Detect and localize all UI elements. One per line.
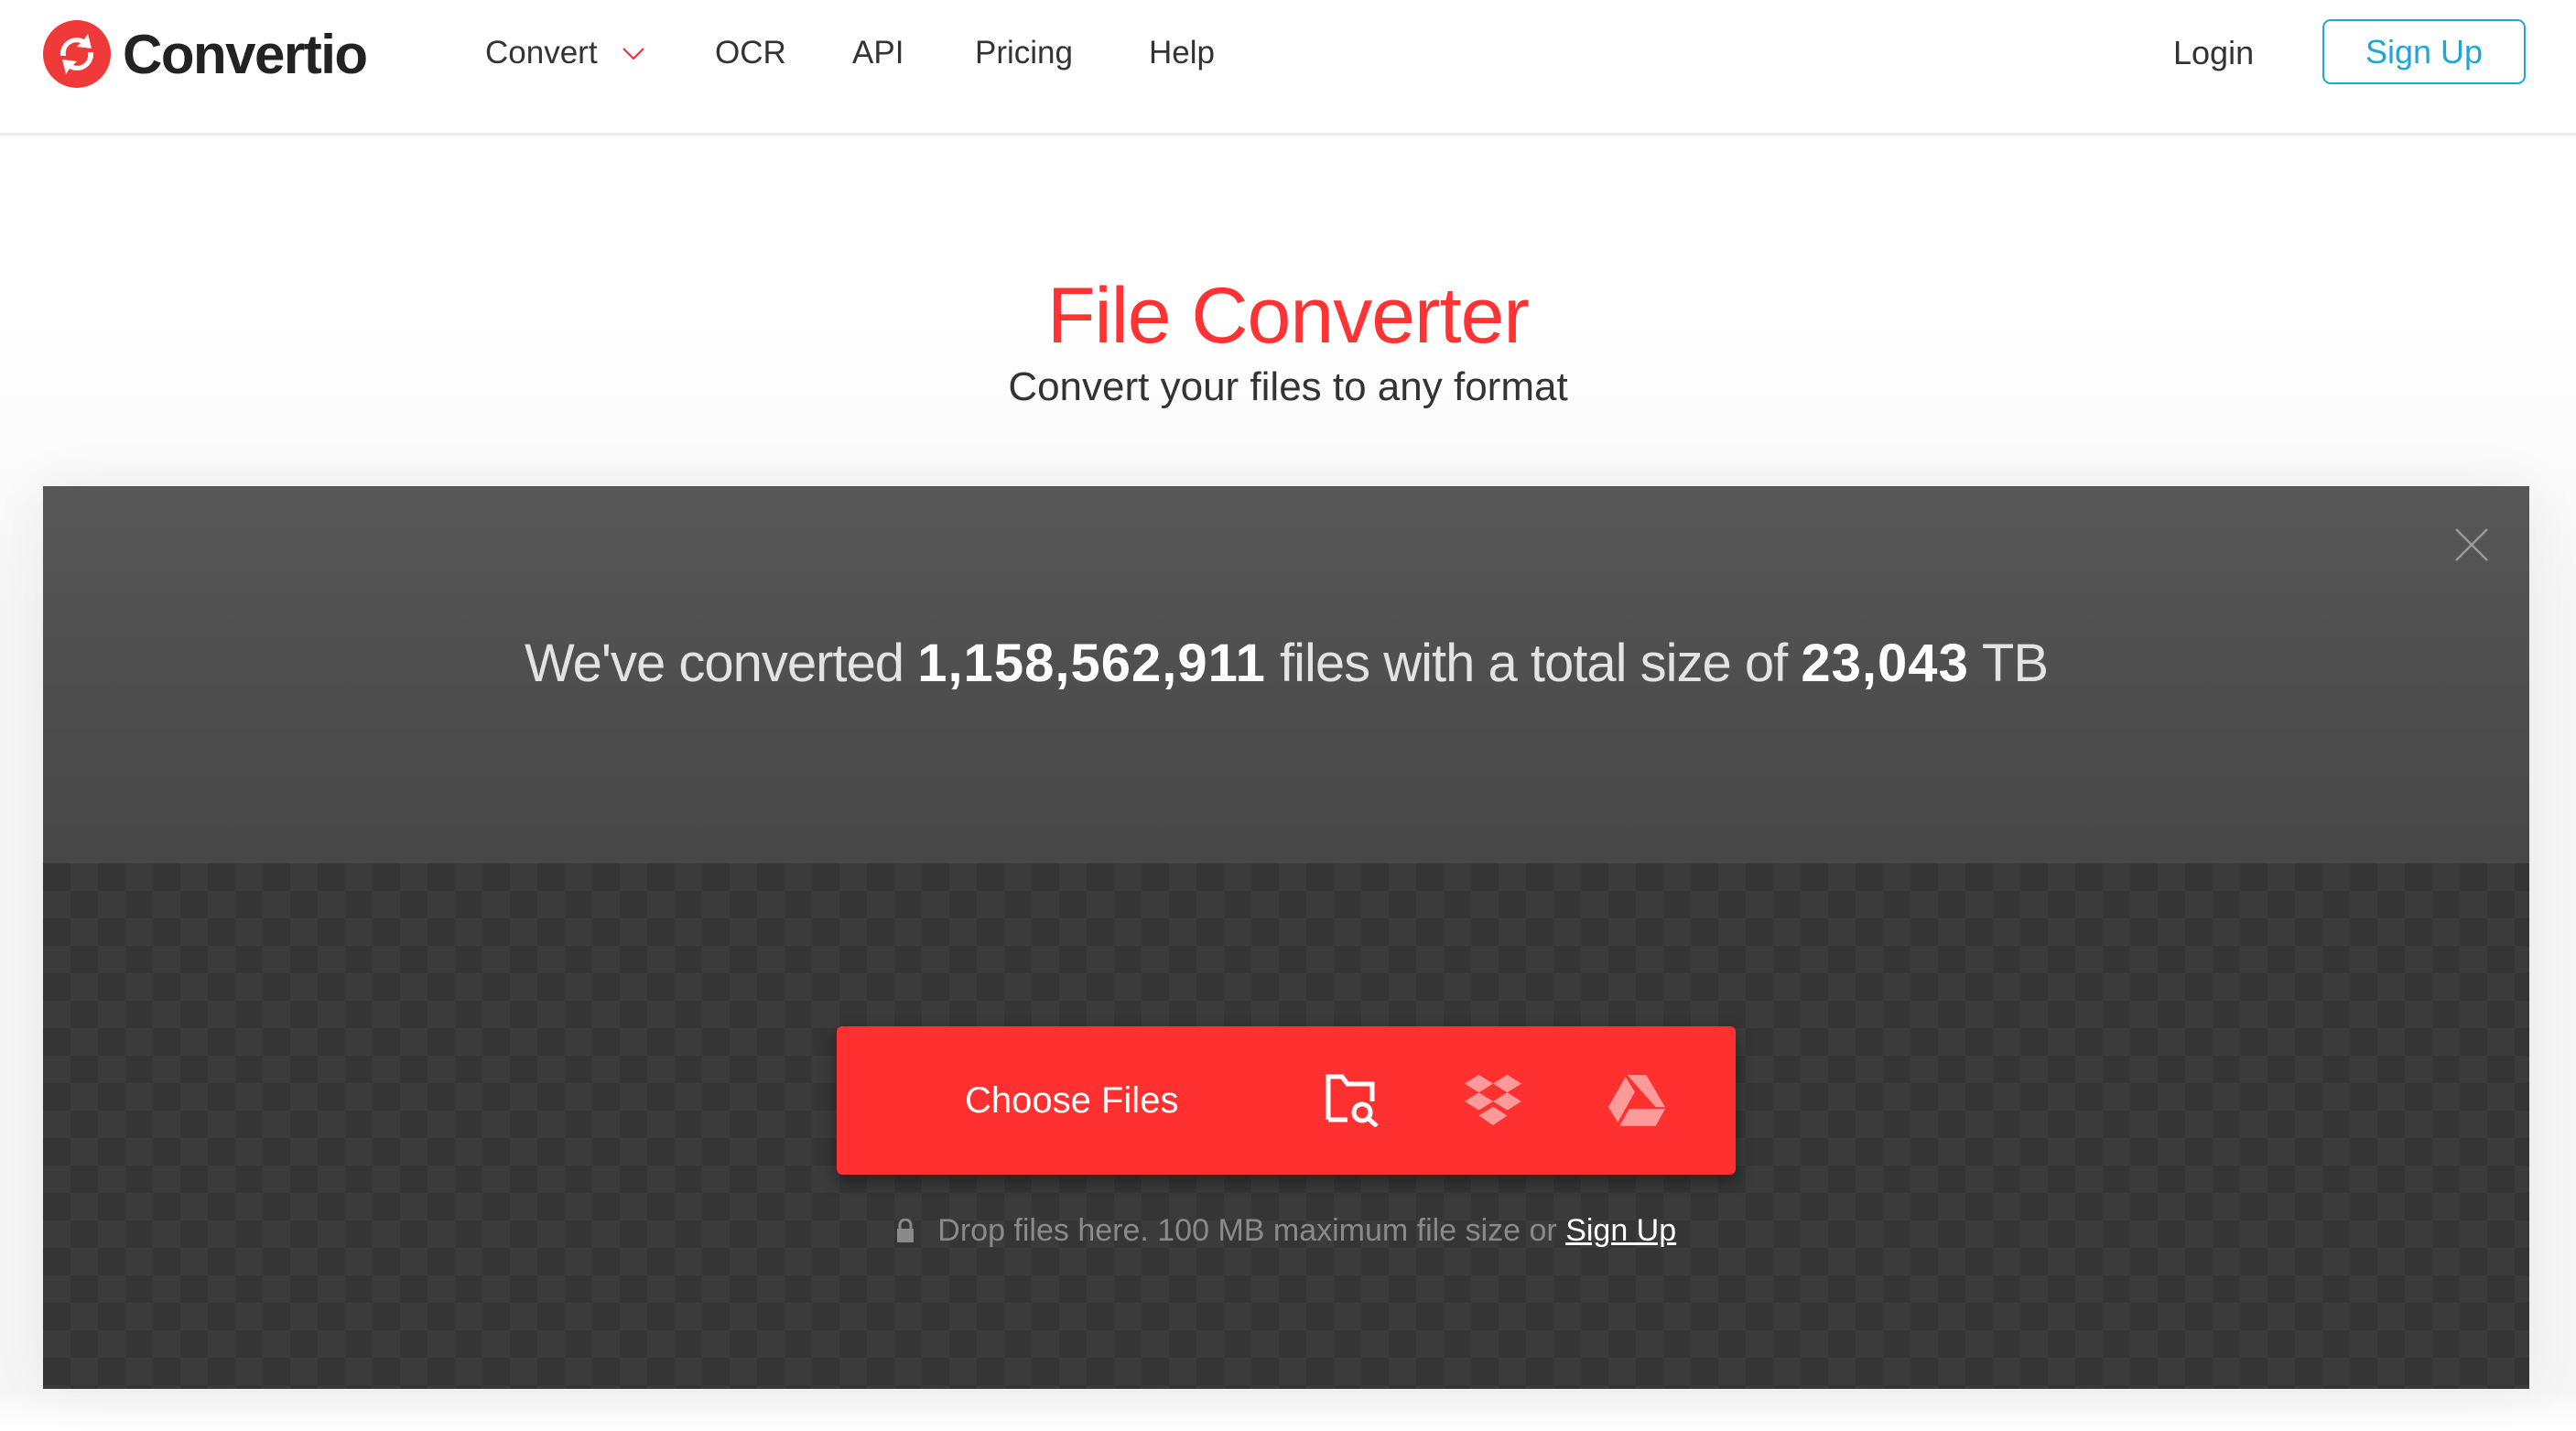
- choose-files-label[interactable]: Choose Files: [965, 1026, 1178, 1175]
- drop-zone[interactable]: Choose Files Drop files here. 100 MB max…: [43, 863, 2529, 1389]
- brand-logo[interactable]: Convertio: [42, 19, 368, 89]
- size-unit: TB: [1981, 634, 2049, 693]
- total-size: 23,043: [1801, 634, 1969, 693]
- nav-ocr[interactable]: OCR: [715, 27, 786, 79]
- convertio-logo-icon: [43, 20, 111, 88]
- choose-files-button[interactable]: Choose Files: [837, 1026, 1736, 1175]
- folder-search-icon[interactable]: [1326, 1074, 1382, 1127]
- nav-pricing[interactable]: Pricing: [975, 27, 1073, 79]
- nav-convert-label: Convert: [485, 35, 598, 70]
- chevron-down-icon: [622, 48, 644, 60]
- dropbox-icon[interactable]: [1465, 1074, 1521, 1127]
- nav-api[interactable]: API: [852, 27, 904, 79]
- signup-button[interactable]: Sign Up: [2322, 19, 2526, 84]
- files-count: 1,158,562,911: [917, 634, 1266, 693]
- google-drive-icon[interactable]: [1608, 1074, 1665, 1127]
- upload-signup-link[interactable]: Sign Up: [1565, 1213, 1676, 1248]
- top-header: Convertio Convert OCR API Pricing Help L…: [0, 0, 2576, 136]
- nav-convert[interactable]: Convert: [485, 27, 644, 79]
- conversion-stats: We've converted 1,158,562,911 files with…: [43, 633, 2529, 694]
- converter-panel: We've converted 1,158,562,911 files with…: [43, 486, 2529, 1389]
- page-subtitle: Convert your files to any format: [1008, 364, 1568, 409]
- stats-middle: files with a total size of: [1280, 634, 1788, 693]
- lock-icon: [896, 1219, 914, 1242]
- brand-name: Convertio: [123, 23, 368, 85]
- page-title: File Converter: [1046, 272, 1530, 360]
- nav-help[interactable]: Help: [1149, 27, 1215, 79]
- upload-note: Drop files here. 100 MB maximum file siz…: [43, 1213, 2529, 1249]
- upload-note-text: Drop files here. 100 MB maximum file siz…: [937, 1213, 1557, 1248]
- stats-prefix: We've converted: [524, 634, 904, 693]
- stats-banner: We've converted 1,158,562,911 files with…: [43, 486, 2529, 863]
- login-link[interactable]: Login: [2173, 27, 2254, 79]
- close-icon[interactable]: [2455, 528, 2488, 561]
